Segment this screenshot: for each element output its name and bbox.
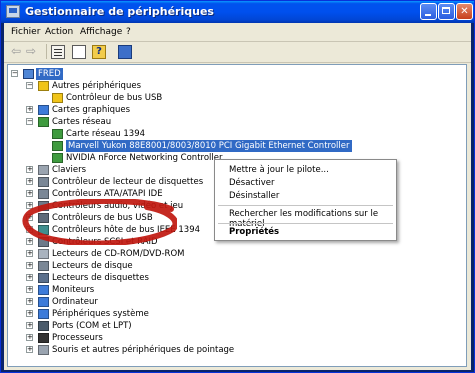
cdrom-icon xyxy=(38,249,49,259)
expand-icon[interactable]: + xyxy=(26,334,33,341)
network-adapter-icon xyxy=(38,117,49,127)
monitor-icon xyxy=(38,285,49,295)
menu-help[interactable]: ? xyxy=(126,27,131,37)
toolbar: ⇦ ⇨ ? xyxy=(4,42,471,63)
sound-icon xyxy=(38,201,49,211)
tree-row-label: Souris et autres périphériques de pointa… xyxy=(52,345,235,355)
device-manager-app-icon[interactable] xyxy=(6,5,20,18)
system-devices-icon xyxy=(38,309,49,319)
expand-icon[interactable]: + xyxy=(26,202,33,209)
expand-icon[interactable]: + xyxy=(26,262,33,269)
tree-row-label: Ordinateur xyxy=(52,297,98,307)
tree-row-label: NVIDIA nForce Networking Controller xyxy=(66,153,223,163)
expand-icon[interactable]: + xyxy=(26,226,33,233)
keyboard-icon xyxy=(38,165,49,175)
tree-row-label: Lecteurs de disque xyxy=(52,261,133,271)
tree-row-label: Claviers xyxy=(52,165,87,175)
menu-disable[interactable]: Désactiver xyxy=(229,178,275,188)
ieee1394-icon xyxy=(38,225,49,235)
port-icon xyxy=(38,321,49,331)
menu-separator xyxy=(218,205,393,206)
menu-affichage[interactable]: Affichage xyxy=(80,27,122,37)
tree-row-label: Marvell Yukon 88E8001/8003/8010 PCI Giga… xyxy=(66,140,352,152)
maximize-button[interactable] xyxy=(438,3,455,20)
menu-fichier[interactable]: Fichier xyxy=(11,27,40,37)
menu-separator xyxy=(218,223,393,224)
show-hide-tree-icon[interactable] xyxy=(72,45,86,59)
expand-icon[interactable]: + xyxy=(26,166,33,173)
display-adapter-icon xyxy=(38,105,49,115)
expand-icon[interactable]: + xyxy=(26,250,33,257)
back-arrow-icon[interactable]: ⇦ xyxy=(11,45,25,59)
root-label: FRED xyxy=(36,68,63,80)
collapse-icon[interactable]: − xyxy=(26,118,33,125)
computer-icon xyxy=(23,69,34,79)
expand-icon[interactable]: + xyxy=(26,190,33,197)
tree-row-label: Contrôleurs audio, vidéo et jeu xyxy=(52,201,184,211)
menu-bar: Fichier Action Affichage ? xyxy=(4,23,471,42)
collapse-icon[interactable]: − xyxy=(11,70,18,77)
floppy-controller-icon xyxy=(38,177,49,187)
properties-icon[interactable] xyxy=(51,45,65,59)
expand-icon[interactable]: + xyxy=(26,214,33,221)
tree-row-label: Cartes graphiques xyxy=(52,105,131,115)
context-menu: Mettre à jour le pilote... Désactiver Dé… xyxy=(214,159,397,241)
tree-row-label: Cartes réseau xyxy=(52,117,112,127)
floppy-icon xyxy=(38,273,49,283)
unknown-device-icon xyxy=(52,93,63,103)
network-card-icon xyxy=(52,129,63,139)
tree-row-label: Contrôleurs hôte de bus IEEE 1394 xyxy=(52,225,201,235)
title-bar[interactable]: Gestionnaire de périphériques ✕ xyxy=(1,1,474,23)
network-card-icon xyxy=(52,141,63,151)
expand-icon[interactable]: + xyxy=(26,322,33,329)
expand-icon[interactable]: + xyxy=(26,286,33,293)
processor-icon xyxy=(38,333,49,343)
minimize-button[interactable] xyxy=(420,3,437,20)
menu-update-driver[interactable]: Mettre à jour le pilote... xyxy=(229,165,329,175)
expand-icon[interactable]: + xyxy=(26,106,33,113)
tree-row-label: Ports (COM et LPT) xyxy=(52,321,132,331)
device-manager-window: Gestionnaire de périphériques ✕ Fichier … xyxy=(0,0,475,373)
expand-icon[interactable]: + xyxy=(26,178,33,185)
close-button[interactable]: ✕ xyxy=(456,3,473,20)
menu-action[interactable]: Action xyxy=(45,27,73,37)
toolbar-separator xyxy=(46,44,47,59)
tree-row-label: Processeurs xyxy=(52,333,103,343)
scan-hardware-icon[interactable] xyxy=(118,45,132,59)
tree-row-label: Contrôleurs ATA/ATAPI IDE xyxy=(52,189,163,199)
unknown-devices-icon xyxy=(38,81,49,91)
tree-row-label: Contrôleurs SCSI et RAID xyxy=(52,237,158,247)
computer-icon xyxy=(38,297,49,307)
menu-properties[interactable]: Propriétés xyxy=(229,227,279,237)
expand-icon[interactable]: + xyxy=(26,238,33,245)
expand-icon[interactable]: + xyxy=(26,346,33,353)
tree-row-label: Contrôleurs de bus USB xyxy=(52,213,153,223)
mouse-icon xyxy=(38,345,49,355)
collapse-icon[interactable]: − xyxy=(26,82,33,89)
expand-icon[interactable]: + xyxy=(26,310,33,317)
disk-drive-icon xyxy=(38,261,49,271)
menu-scan-hardware[interactable]: Rechercher les modifications sur le maté… xyxy=(229,209,396,229)
menu-uninstall[interactable]: Désinstaller xyxy=(229,191,279,201)
tree-row-label: Autres périphériques xyxy=(52,81,141,91)
forward-arrow-icon[interactable]: ⇨ xyxy=(26,45,40,59)
scsi-icon xyxy=(38,237,49,247)
usb-icon xyxy=(38,213,49,223)
window-title: Gestionnaire de périphériques xyxy=(25,5,214,18)
expand-icon[interactable]: + xyxy=(26,274,33,281)
window-client-area: Fichier Action Affichage ? ⇦ ⇨ ? − FRED … xyxy=(4,23,471,370)
network-card-icon xyxy=(52,153,63,163)
tree-row-label: Contrôleur de bus USB xyxy=(66,93,163,103)
tree-row-label: Lecteurs de disquettes xyxy=(52,273,149,283)
tree-row-label: Lecteurs de CD-ROM/DVD-ROM xyxy=(52,249,185,259)
tree-row-label: Périphériques système xyxy=(52,309,149,319)
help-icon[interactable]: ? xyxy=(92,45,106,59)
ide-controller-icon xyxy=(38,189,49,199)
expand-icon[interactable]: + xyxy=(26,298,33,305)
tree-row-label: Contrôleur de lecteur de disquettes xyxy=(52,177,204,187)
tree-row-label: Moniteurs xyxy=(52,285,95,295)
tree-row-label: Carte réseau 1394 xyxy=(66,129,146,139)
